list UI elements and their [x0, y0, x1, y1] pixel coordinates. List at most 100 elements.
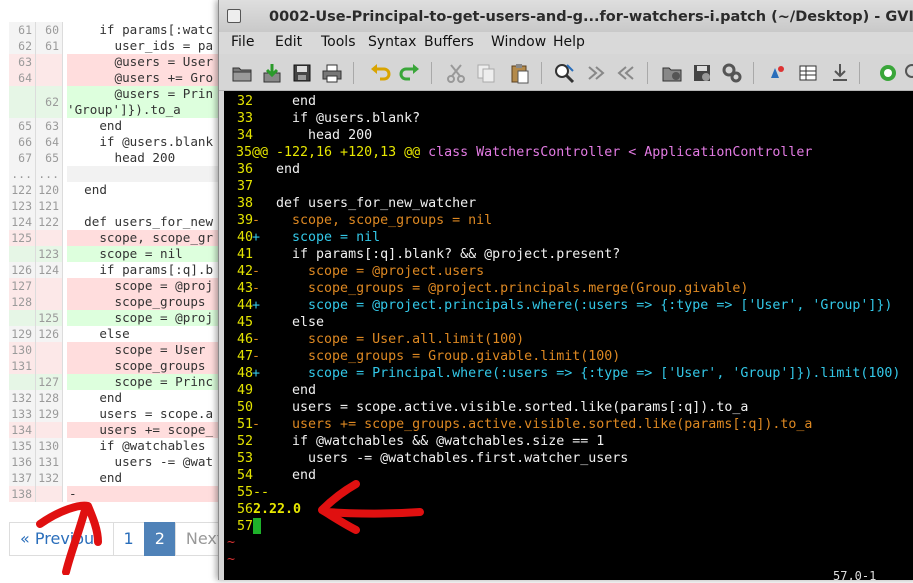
- new-line-number: 123: [36, 246, 63, 262]
- old-line-number: 135: [9, 438, 36, 454]
- editor-line: 32 end: [224, 93, 913, 110]
- find-replace-icon[interactable]: [553, 62, 575, 84]
- old-line-number: 134: [9, 422, 36, 438]
- old-line-number: 61: [9, 22, 36, 38]
- editor-line: 50 users = scope.active.visible.sorted.l…: [224, 399, 913, 416]
- line-number: 45: [236, 315, 253, 330]
- window-menu-icon[interactable]: [227, 9, 241, 23]
- line-number: 56: [236, 502, 253, 517]
- empty-line-tilde: ~: [227, 552, 236, 567]
- load-session-icon[interactable]: [661, 62, 683, 84]
- old-line-number: 66: [9, 134, 36, 150]
- line-text: - scope = User.all.limit(100): [252, 332, 525, 347]
- old-line-number: 133: [9, 406, 36, 422]
- old-line-number: 128: [9, 294, 36, 310]
- title-bar[interactable]: 0002-Use-Principal-to-get-users-and-g...…: [219, 0, 913, 32]
- new-line-number: 65: [36, 150, 63, 166]
- menu-window[interactable]: Window: [491, 34, 546, 50]
- new-line-number: 61: [36, 38, 63, 54]
- new-line-number: 62: [36, 86, 63, 118]
- editor-line: 43- scope_groups = @project.principals.m…: [224, 280, 913, 297]
- line-text: if @users.blank?: [252, 111, 421, 126]
- line-text: else: [252, 315, 325, 330]
- undo-icon[interactable]: [369, 62, 391, 84]
- new-line-number: 129: [36, 406, 63, 422]
- new-line-number: ...: [36, 166, 63, 182]
- old-line-number: 124: [9, 214, 36, 230]
- editor-line: 44 + scope = @project.principals.where(:u…: [224, 297, 913, 314]
- line-text: + scope = Principal.where(:users => {:ty…: [252, 366, 901, 381]
- make-icon[interactable]: [765, 62, 787, 84]
- line-text: if @watchables && @watchables.size == 1: [252, 434, 605, 449]
- editor-line: 39- scope, scope_groups = nil: [224, 212, 913, 229]
- line-text: - scope, scope_groups = nil: [252, 213, 493, 228]
- line-number: 57: [236, 519, 253, 534]
- editor-line: 40 + scope = nil: [224, 229, 913, 246]
- old-line-number: [9, 310, 36, 326]
- print-icon[interactable]: [321, 62, 343, 84]
- line-number: 40: [236, 230, 253, 245]
- redo-icon[interactable]: [399, 62, 421, 84]
- cut-icon[interactable]: [445, 62, 467, 84]
- line-text: end: [252, 94, 317, 109]
- menu-buffers[interactable]: Buffers: [424, 34, 474, 50]
- new-line-number: [36, 342, 63, 358]
- line-text: def users_for_new_watcher: [252, 196, 477, 211]
- editor-line: 51- users += scope_groups.active.visible…: [224, 416, 913, 433]
- line-number: 37: [236, 179, 253, 194]
- old-line-number: [9, 246, 36, 262]
- new-line-number: 64: [36, 134, 63, 150]
- old-line-number: 65: [9, 118, 36, 134]
- line-number: 34: [236, 128, 253, 143]
- menu-edit[interactable]: Edit: [275, 34, 302, 50]
- line-text: @@ -122,16 +120,13 @@ class WatchersCont…: [252, 145, 812, 160]
- jump-to-tag-icon[interactable]: [829, 62, 851, 84]
- line-text: end: [252, 383, 317, 398]
- line-text: - scope_groups = @project.principals.mer…: [252, 281, 749, 296]
- tags-table-icon[interactable]: [797, 62, 819, 84]
- editor-line: 53 users -= @watchables.first.watcher_us…: [224, 450, 913, 467]
- page-1-link[interactable]: 1: [112, 522, 145, 556]
- old-line-number: 131: [9, 358, 36, 374]
- editor-line: 41 if params[:q].blank? && @project.pres…: [224, 246, 913, 263]
- menu-tools[interactable]: Tools: [321, 34, 356, 50]
- old-line-number: 127: [9, 278, 36, 294]
- line-number: 35: [235, 145, 252, 160]
- help-lifebuoy-icon[interactable]: [877, 62, 899, 84]
- new-line-number: 130: [36, 438, 63, 454]
- old-line-number: 136: [9, 454, 36, 470]
- editor-line: 38 def users_for_new_watcher: [224, 195, 913, 212]
- find-help-icon[interactable]: [903, 62, 913, 84]
- open-folder-icon[interactable]: [231, 62, 253, 84]
- text-cursor: [253, 518, 261, 534]
- menu-help[interactable]: Help: [553, 34, 585, 50]
- new-line-number: 63: [36, 118, 63, 134]
- new-line-number: [36, 54, 63, 70]
- line-number: 47: [236, 349, 253, 364]
- new-line-number: [36, 230, 63, 246]
- editor-line: 37: [224, 178, 913, 195]
- editor-line: 33 if @users.blank?: [224, 110, 913, 127]
- find-previous-icon[interactable]: [615, 62, 637, 84]
- hunk-context: class WatchersController < ApplicationCo…: [420, 145, 813, 160]
- line-text: end: [252, 468, 317, 483]
- new-line-number: 131: [36, 454, 63, 470]
- run-script-icon[interactable]: [721, 62, 743, 84]
- line-number: 46: [236, 332, 253, 347]
- copy-icon[interactable]: [475, 62, 497, 84]
- line-number: 48: [236, 366, 253, 381]
- save-icon[interactable]: [291, 62, 313, 84]
- annotation-arrow-right: [318, 480, 424, 534]
- editor-line: 48 + scope = Principal.where(:users => {:…: [224, 365, 913, 382]
- old-line-number: 137: [9, 470, 36, 486]
- line-number: 50: [236, 400, 253, 415]
- find-next-icon[interactable]: [585, 62, 607, 84]
- menu-file[interactable]: File: [231, 34, 254, 50]
- save-session-icon[interactable]: [691, 62, 713, 84]
- ruler-position: 57,0-1: [833, 569, 877, 583]
- menu-syntax[interactable]: Syntax: [368, 34, 416, 50]
- download-save-icon[interactable]: [261, 62, 283, 84]
- paste-icon[interactable]: [509, 62, 531, 84]
- new-line-number: 60: [36, 22, 63, 38]
- line-text: head 200: [252, 128, 373, 143]
